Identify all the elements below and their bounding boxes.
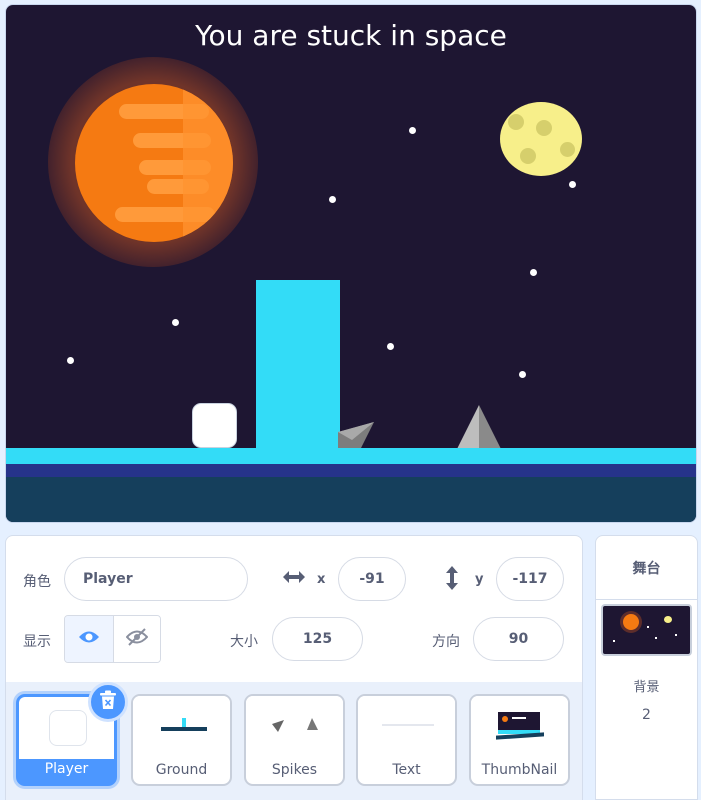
hide-sprite-button[interactable] xyxy=(112,616,160,662)
star xyxy=(67,357,74,364)
stage-canvas[interactable]: You are stuck in space xyxy=(5,4,697,523)
backdrop-label: 背景 xyxy=(633,680,660,695)
sprite-tile-label: Spikes xyxy=(271,762,318,778)
stage-selector-pane[interactable]: 舞台 背景 2 xyxy=(595,535,698,800)
sprite-thumbnail xyxy=(358,696,455,758)
sprite-thumbnail xyxy=(471,696,568,758)
x-arrows-icon xyxy=(282,569,306,589)
direction-label: 方向 xyxy=(432,634,460,650)
pillar-block xyxy=(256,280,340,450)
sprite-info-panel: 角色 Player x -91 y -117 显示 大小 125 方向 90 xyxy=(5,535,583,685)
eye-icon xyxy=(78,629,100,649)
y-position-input[interactable]: -117 xyxy=(496,557,564,601)
x-label: x xyxy=(317,572,326,587)
trash-icon xyxy=(99,690,117,714)
stage-title-text: You are stuck in space xyxy=(195,19,507,52)
direction-input[interactable]: 90 xyxy=(473,617,564,661)
sprite-tile-label: ThumbNail xyxy=(481,762,558,778)
backdrop-count: 2 xyxy=(642,707,651,723)
planet xyxy=(75,84,233,242)
sprite-tile-label: Text xyxy=(392,762,421,778)
eye-hidden-icon xyxy=(125,628,149,650)
star xyxy=(409,127,416,134)
star xyxy=(519,371,526,378)
stage-pane-title: 舞台 xyxy=(596,536,697,600)
delete-sprite-button[interactable] xyxy=(88,682,128,722)
sprite-thumbnail xyxy=(133,696,230,758)
sprite-name-input[interactable]: Player xyxy=(64,557,248,601)
stage-thumbnail[interactable] xyxy=(601,604,692,656)
x-position-input[interactable]: -91 xyxy=(338,557,406,601)
moon xyxy=(500,102,582,176)
spike-large xyxy=(457,405,501,449)
spike-small xyxy=(338,422,374,450)
star xyxy=(387,343,394,350)
visibility-toggle-group xyxy=(64,615,161,663)
star xyxy=(329,196,336,203)
sprite-label: 角色 xyxy=(23,574,51,590)
sprite-tile-spikes[interactable]: Spikes xyxy=(244,694,345,786)
size-input[interactable]: 125 xyxy=(272,617,363,661)
ground-base xyxy=(6,477,696,522)
sprite-tile-thumbnail[interactable]: ThumbNail xyxy=(469,694,570,786)
y-label: y xyxy=(475,572,484,587)
star xyxy=(172,319,179,326)
sprite-tile-label: Ground xyxy=(155,762,208,778)
star xyxy=(569,181,576,188)
sprite-thumbnail xyxy=(246,696,343,758)
ground-band xyxy=(6,464,696,477)
y-arrows-icon xyxy=(445,565,459,595)
star xyxy=(530,269,537,276)
player-sprite[interactable] xyxy=(192,403,237,448)
sprite-tile-ground[interactable]: Ground xyxy=(131,694,232,786)
ground-surface xyxy=(6,448,696,464)
sprite-tile-text[interactable]: Text xyxy=(356,694,457,786)
size-label: 大小 xyxy=(230,634,258,650)
show-label: 显示 xyxy=(23,634,51,650)
show-sprite-button[interactable] xyxy=(65,616,113,662)
sprite-tile-label: Player xyxy=(44,761,89,777)
